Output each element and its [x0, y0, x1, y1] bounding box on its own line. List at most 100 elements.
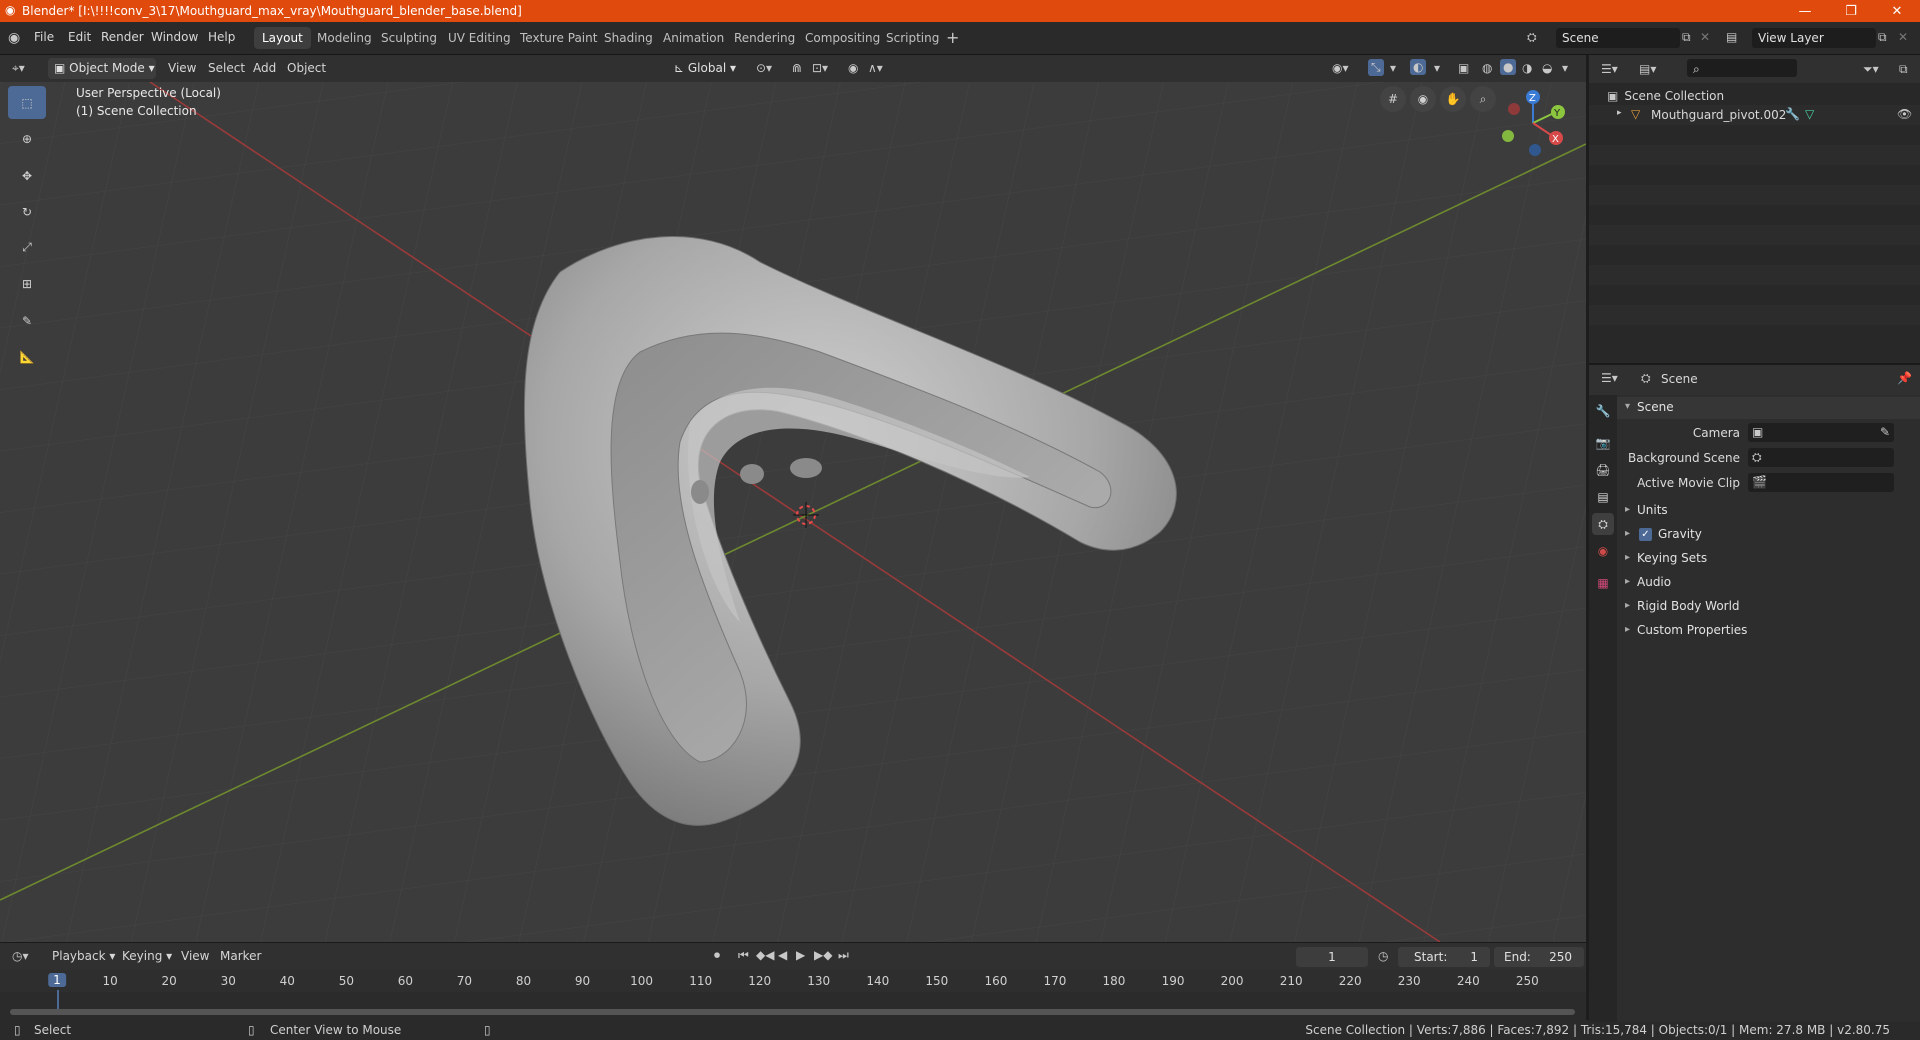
start-frame-field[interactable]: Start: 1 — [1398, 947, 1490, 967]
tab-layout[interactable]: Layout — [254, 27, 311, 49]
timeline-menu-playback[interactable]: Playback ▾ — [52, 949, 115, 963]
tab-modeling[interactable]: Modeling — [309, 27, 380, 49]
delete-scene-icon[interactable]: ✕ — [1700, 30, 1710, 44]
xray-icon[interactable]: ▣ — [1458, 61, 1469, 75]
select-box-tool[interactable]: ⬚ — [8, 86, 46, 119]
tab-compositing[interactable]: Compositing — [797, 27, 888, 49]
wireframe-shading-icon[interactable]: ◍ — [1482, 61, 1492, 75]
tab-world[interactable]: ◉ — [1592, 540, 1614, 562]
falloff-icon[interactable]: ∧▾ — [868, 61, 883, 75]
panel-gravity[interactable]: ▸ ✓ Gravity — [1617, 524, 1920, 546]
tab-shading[interactable]: Shading — [596, 27, 661, 49]
current-frame-field[interactable]: 1 — [1296, 947, 1368, 967]
panel-rigid-body-world[interactable]: ▸ Rigid Body World — [1617, 596, 1920, 618]
delete-view-layer-icon[interactable]: ✕ — [1898, 30, 1908, 44]
scene-field[interactable]: Scene — [1556, 28, 1680, 48]
camera-view-icon[interactable]: ◉ — [1410, 86, 1436, 112]
visibility-eye-icon[interactable]: 👁 — [1897, 107, 1912, 121]
3d-viewport[interactable]: Z Y X User Perspective (Local) (1) Scene… — [0, 82, 1586, 942]
pan-view-icon[interactable]: ✋ — [1440, 86, 1466, 112]
menu-edit[interactable]: Edit — [68, 30, 91, 44]
timeline-menu-keying[interactable]: Keying ▾ — [122, 949, 172, 963]
active-movie-clip-field[interactable]: 🎬 — [1748, 473, 1894, 492]
tab-texture-paint[interactable]: Texture Paint — [512, 27, 605, 49]
preview-range-icon[interactable]: ◷ — [1378, 949, 1388, 963]
expand-arrow-icon[interactable]: ▸ — [1617, 108, 1622, 118]
move-tool[interactable]: ✥ — [8, 159, 46, 192]
viewport-menu-object[interactable]: Object — [287, 61, 326, 75]
view-layer-field[interactable]: View Layer — [1752, 28, 1876, 48]
shading-dropdown-icon[interactable]: ▾ — [1562, 61, 1568, 75]
properties-editor-type-icon[interactable]: ☰▾ — [1601, 371, 1618, 385]
end-frame-field[interactable]: End: 250 — [1494, 947, 1584, 967]
tab-view-layer[interactable]: ▤ — [1592, 486, 1614, 508]
overlays-icon[interactable]: ◐ — [1410, 59, 1427, 75]
current-frame-marker[interactable]: 1 — [48, 973, 66, 987]
add-workspace-icon[interactable]: + — [946, 28, 959, 47]
prev-keyframe-icon[interactable]: ◆◀ — [756, 948, 774, 962]
scale-tool[interactable]: ⤢ — [8, 231, 46, 264]
camera-field[interactable]: ▣ ✎ — [1748, 423, 1894, 442]
viewport-menu-view[interactable]: View — [168, 61, 196, 75]
menu-render[interactable]: Render — [101, 30, 144, 44]
tab-animation[interactable]: Animation — [655, 27, 732, 49]
next-keyframe-icon[interactable]: ▶◆ — [814, 948, 832, 962]
jump-start-icon[interactable]: ⏮ — [738, 948, 749, 963]
measure-tool[interactable]: 📐 — [8, 340, 46, 373]
new-collection-icon[interactable]: ⧉ — [1899, 62, 1908, 77]
restore-button[interactable]: ❐ — [1828, 0, 1874, 22]
menu-file[interactable]: File — [34, 30, 54, 44]
rotate-tool[interactable]: ↻ — [8, 195, 46, 228]
timeline-editor-type-icon[interactable]: ◷▾ — [12, 949, 29, 963]
panel-scene-header[interactable]: ▾ Scene — [1617, 397, 1920, 419]
outliner-row-mouthguard[interactable]: ▸ ▽ Mouthguard_pivot.002 🔧 ▽ 👁 — [1589, 105, 1920, 125]
tab-uv-editing[interactable]: UV Editing — [440, 27, 519, 49]
menu-window[interactable]: Window — [151, 30, 198, 44]
new-scene-icon[interactable]: ⧉ — [1682, 30, 1691, 45]
timeline-menu-view[interactable]: View — [181, 949, 209, 963]
timeline-menu-marker[interactable]: Marker — [220, 949, 261, 963]
mode-selector[interactable]: ▣ Object Mode ▾ — [48, 58, 156, 79]
gizmo-neg-z-handle[interactable] — [1529, 144, 1541, 156]
tab-render[interactable]: 📷 — [1592, 432, 1614, 454]
tab-output[interactable]: 🖨 — [1592, 459, 1614, 481]
panel-audio[interactable]: ▸ Audio — [1617, 572, 1920, 594]
menu-help[interactable]: Help — [208, 30, 235, 44]
snap-icon[interactable]: ⋒ — [792, 61, 802, 75]
proportional-edit-icon[interactable]: ◉ — [848, 61, 858, 75]
tab-scene[interactable]: ⛭ — [1592, 513, 1614, 535]
rendered-shading-icon[interactable]: ◒ — [1542, 61, 1552, 75]
pin-icon[interactable]: 📌 — [1897, 371, 1912, 385]
panel-units[interactable]: ▸ Units — [1617, 500, 1920, 522]
tab-scripting[interactable]: Scripting — [878, 27, 947, 49]
outliner-row-scene-collection[interactable]: ▣ Scene Collection — [1607, 87, 1724, 105]
display-mode-icon[interactable]: ▤▾ — [1639, 62, 1656, 76]
viewport-menu-select[interactable]: Select — [208, 61, 245, 75]
panel-keying-sets[interactable]: ▸ Keying Sets — [1617, 548, 1920, 570]
tab-texture[interactable]: ▦ — [1592, 572, 1614, 594]
background-scene-field[interactable]: ⛭ — [1748, 448, 1894, 467]
transform-tool[interactable]: ⊞ — [8, 267, 46, 300]
mesh-data-icon[interactable]: ▽ — [1805, 107, 1814, 121]
play-reverse-icon[interactable]: ◀ — [778, 948, 787, 962]
outliner-search-input[interactable]: ⌕ — [1687, 59, 1797, 77]
overlays-dropdown-icon[interactable]: ▾ — [1434, 61, 1440, 75]
play-icon[interactable]: ▶ — [796, 948, 805, 962]
panel-custom-properties[interactable]: ▸ Custom Properties — [1617, 620, 1920, 642]
scene-selector-icon[interactable]: ⛭ — [1527, 30, 1537, 45]
toggle-grid-icon[interactable]: # — [1380, 86, 1406, 112]
transform-orientation[interactable]: ⊾ Global ▾ — [668, 58, 746, 79]
solid-shading-icon[interactable]: ● — [1500, 59, 1517, 75]
snap-target-icon[interactable]: ⊡▾ — [812, 61, 828, 75]
new-view-layer-icon[interactable]: ⧉ — [1878, 30, 1887, 45]
material-shading-icon[interactable]: ◑ — [1522, 61, 1532, 75]
gizmo-toggle-icon[interactable]: ⤡ — [1368, 59, 1384, 76]
jump-end-icon[interactable]: ⏭ — [838, 948, 849, 963]
pivot-point-icon[interactable]: ⊙▾ — [756, 61, 772, 75]
minimize-button[interactable]: — — [1782, 0, 1828, 22]
close-button[interactable]: ✕ — [1874, 0, 1920, 22]
editor-type-icon[interactable]: ⌖▾ — [12, 61, 25, 76]
timeline-ruler[interactable]: 1 10 20 30 40 50 60 70 80 90 100 110 120 130 140 150 160… — [0, 970, 1586, 1010]
outliner-editor-type-icon[interactable]: ☰▾ — [1601, 62, 1618, 76]
tab-sculpting[interactable]: Sculpting — [373, 27, 445, 49]
